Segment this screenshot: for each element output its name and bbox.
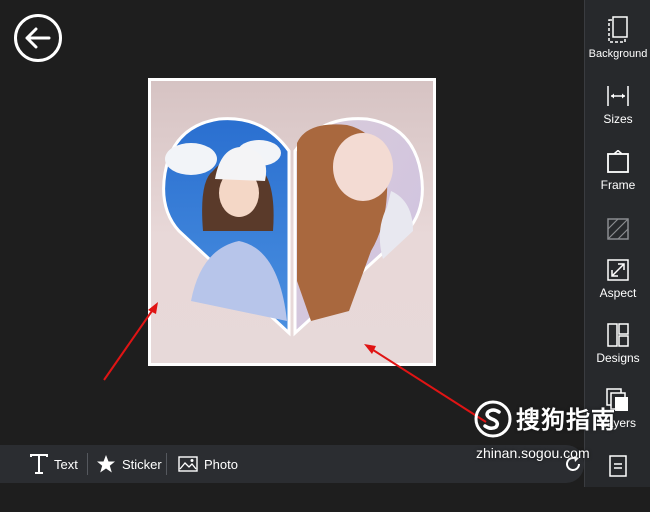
toolbar-divider — [166, 453, 167, 475]
watermark-brand: 搜狗指南 — [516, 406, 616, 434]
image-icon — [178, 456, 198, 472]
toolbar-divider — [87, 453, 88, 475]
pattern-icon — [607, 218, 629, 240]
sidebar-item-label: Background — [588, 48, 648, 60]
text-icon — [30, 454, 48, 474]
sidebar-item-label: Sizes — [603, 112, 633, 126]
sidebar-item-label: Frame — [600, 178, 636, 192]
sogou-logo — [474, 400, 512, 438]
background-icon — [608, 16, 628, 43]
text-tool-label: Text — [54, 456, 78, 472]
sticker-tool-button[interactable]: Sticker — [96, 445, 162, 483]
document-icon — [609, 455, 627, 477]
sidebar-item-frame[interactable]: Frame — [585, 150, 650, 208]
text-tool-button[interactable]: Text — [30, 445, 78, 483]
sidebar-item-designs[interactable]: Designs — [585, 323, 650, 381]
photo-tool-button[interactable]: Photo — [178, 445, 238, 483]
sidebar-item-save[interactable] — [585, 454, 650, 512]
sidebar-item-sizes[interactable]: Sizes — [585, 84, 650, 142]
photo-tool-label: Photo — [204, 456, 238, 472]
resize-icon — [607, 86, 629, 106]
aspect-icon — [607, 259, 629, 281]
watermark-url: zhinan.sogou.com — [476, 445, 590, 461]
designs-icon — [607, 323, 629, 347]
star-icon — [97, 455, 115, 473]
sticker-tool-label: Sticker — [122, 456, 162, 472]
annotation-arrow-left — [103, 302, 158, 381]
sidebar-item-background[interactable]: Background — [585, 16, 650, 74]
sidebar-item-label: Designs — [596, 351, 640, 365]
frame-icon — [607, 150, 629, 173]
sidebar-item-aspect[interactable]: Aspect — [585, 258, 650, 316]
sidebar-item-label: Aspect — [599, 286, 637, 300]
annotation-arrow-right — [364, 344, 487, 423]
